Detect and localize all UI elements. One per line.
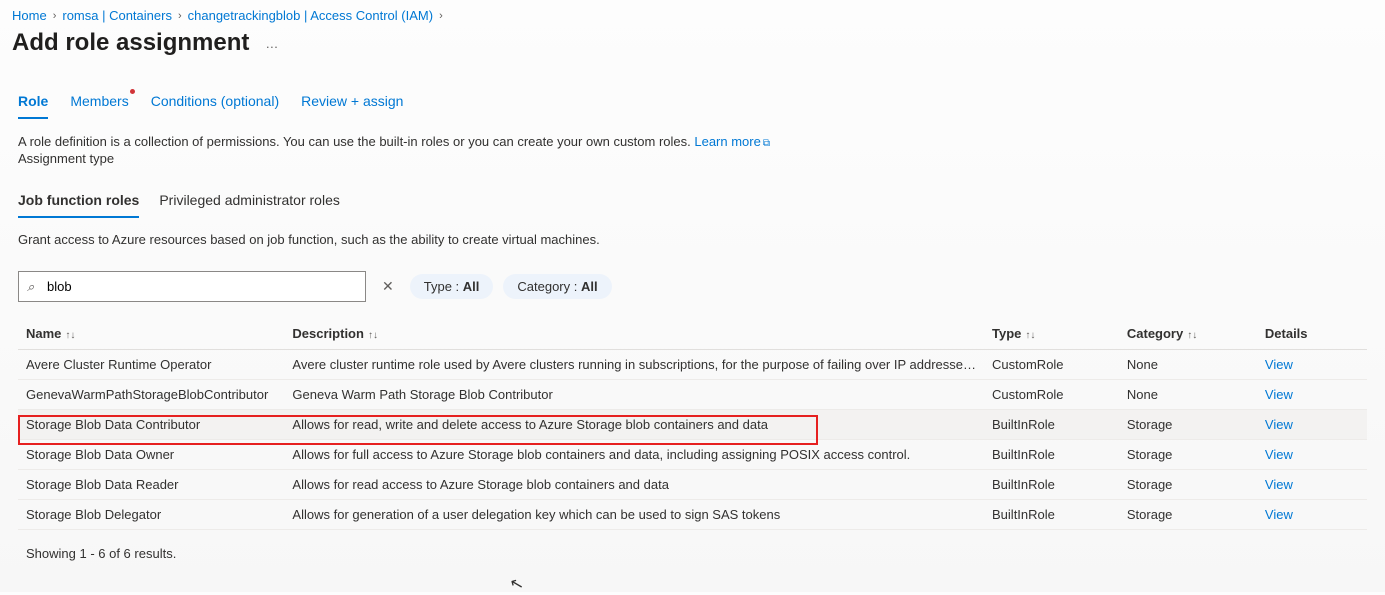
- cell-name: Storage Blob Data Owner: [18, 440, 284, 470]
- cell-type: BuiltInRole: [984, 470, 1119, 500]
- learn-more-link[interactable]: Learn more: [694, 134, 760, 149]
- cell-name: Avere Cluster Runtime Operator: [18, 350, 284, 380]
- cell-category: Storage: [1119, 470, 1257, 500]
- external-link-icon: ⧉: [763, 138, 770, 149]
- view-link[interactable]: View: [1265, 477, 1293, 492]
- col-header-details: Details: [1257, 318, 1367, 350]
- cell-details: View: [1257, 380, 1367, 410]
- cell-description: Allows for read, write and delete access…: [284, 410, 984, 440]
- subtab-job-function[interactable]: Job function roles: [18, 186, 139, 218]
- view-link[interactable]: View: [1265, 447, 1293, 462]
- chevron-right-icon: ›: [53, 10, 57, 22]
- filter-row: ⌕ ✕ Type : All Category : All: [18, 271, 1367, 302]
- role-description: A role definition is a collection of per…: [18, 134, 1367, 149]
- cell-details: View: [1257, 500, 1367, 530]
- cell-type: BuiltInRole: [984, 410, 1119, 440]
- tab-members[interactable]: Members: [70, 87, 128, 119]
- tab-conditions[interactable]: Conditions (optional): [151, 87, 279, 119]
- sort-icon: ↑↓: [65, 330, 75, 341]
- grant-description: Grant access to Azure resources based on…: [18, 232, 1367, 247]
- tab-review-label: Review + assign: [301, 93, 403, 109]
- view-link[interactable]: View: [1265, 417, 1293, 432]
- cell-category: None: [1119, 350, 1257, 380]
- view-link[interactable]: View: [1265, 387, 1293, 402]
- cell-name: Storage Blob Data Reader: [18, 470, 284, 500]
- cell-category: Storage: [1119, 440, 1257, 470]
- clear-search-button[interactable]: ✕: [376, 278, 400, 295]
- breadcrumb-iam[interactable]: changetrackingblob | Access Control (IAM…: [188, 8, 433, 23]
- cell-type: BuiltInRole: [984, 500, 1119, 530]
- cell-details: View: [1257, 470, 1367, 500]
- col-header-category[interactable]: Category↑↓: [1119, 318, 1257, 350]
- role-subtabs: Job function roles Privileged administra…: [18, 186, 1367, 218]
- main-tabs: Role Members Conditions (optional) Revie…: [18, 87, 1367, 120]
- col-header-description[interactable]: Description↑↓: [284, 318, 984, 350]
- assignment-type-label: Assignment type: [18, 151, 1367, 166]
- breadcrumb-home[interactable]: Home: [12, 8, 47, 23]
- cell-description: Allows for full access to Azure Storage …: [284, 440, 984, 470]
- type-filter[interactable]: Type : All: [410, 274, 494, 299]
- cell-name: Storage Blob Data Contributor: [18, 410, 284, 440]
- breadcrumb-containers[interactable]: romsa | Containers: [62, 8, 172, 23]
- table-row[interactable]: Storage Blob Data OwnerAllows for full a…: [18, 440, 1367, 470]
- chevron-right-icon: ›: [178, 10, 182, 22]
- chevron-right-icon: ›: [439, 10, 443, 22]
- cell-name: GenevaWarmPathStorageBlobContributor: [18, 380, 284, 410]
- results-count: Showing 1 - 6 of 6 results.: [18, 530, 1367, 577]
- cell-category: Storage: [1119, 500, 1257, 530]
- cell-category: None: [1119, 380, 1257, 410]
- tab-role-label: Role: [18, 93, 48, 109]
- more-button[interactable]: …: [265, 36, 279, 51]
- table-row[interactable]: Avere Cluster Runtime OperatorAvere clus…: [18, 350, 1367, 380]
- cell-type: CustomRole: [984, 350, 1119, 380]
- cell-details: View: [1257, 410, 1367, 440]
- cell-description: Geneva Warm Path Storage Blob Contributo…: [284, 380, 984, 410]
- tab-review[interactable]: Review + assign: [301, 87, 403, 119]
- table-row[interactable]: Storage Blob DelegatorAllows for generat…: [18, 500, 1367, 530]
- sort-icon: ↑↓: [1025, 330, 1035, 341]
- tab-role[interactable]: Role: [18, 87, 48, 119]
- cell-category: Storage: [1119, 410, 1257, 440]
- subtab-privileged[interactable]: Privileged administrator roles: [159, 186, 340, 218]
- table-row[interactable]: Storage Blob Data ContributorAllows for …: [18, 410, 1367, 440]
- tab-members-label: Members: [70, 93, 128, 109]
- search-input[interactable]: [18, 271, 366, 302]
- roles-table: Name↑↓ Description↑↓ Type↑↓ Category↑↓ D…: [18, 318, 1367, 530]
- view-link[interactable]: View: [1265, 507, 1293, 522]
- col-header-type[interactable]: Type↑↓: [984, 318, 1119, 350]
- table-row[interactable]: GenevaWarmPathStorageBlobContributorGene…: [18, 380, 1367, 410]
- breadcrumb: Home › romsa | Containers › changetracki…: [0, 0, 1385, 27]
- required-dot-icon: [130, 89, 135, 94]
- tab-conditions-label: Conditions (optional): [151, 93, 279, 109]
- title-row: Add role assignment …: [0, 27, 1385, 67]
- cell-name: Storage Blob Delegator: [18, 500, 284, 530]
- cell-description: Avere cluster runtime role used by Avere…: [284, 350, 984, 380]
- cell-type: BuiltInRole: [984, 440, 1119, 470]
- cell-description: Allows for read access to Azure Storage …: [284, 470, 984, 500]
- sort-icon: ↑↓: [1187, 330, 1197, 341]
- cell-details: View: [1257, 350, 1367, 380]
- search-icon: ⌕: [27, 279, 34, 295]
- cell-details: View: [1257, 440, 1367, 470]
- page-title: Add role assignment: [12, 29, 249, 57]
- view-link[interactable]: View: [1265, 357, 1293, 372]
- category-filter[interactable]: Category : All: [503, 274, 611, 299]
- col-header-name[interactable]: Name↑↓: [18, 318, 284, 350]
- sort-icon: ↑↓: [368, 330, 378, 341]
- cell-type: CustomRole: [984, 380, 1119, 410]
- table-row[interactable]: Storage Blob Data ReaderAllows for read …: [18, 470, 1367, 500]
- cell-description: Allows for generation of a user delegati…: [284, 500, 984, 530]
